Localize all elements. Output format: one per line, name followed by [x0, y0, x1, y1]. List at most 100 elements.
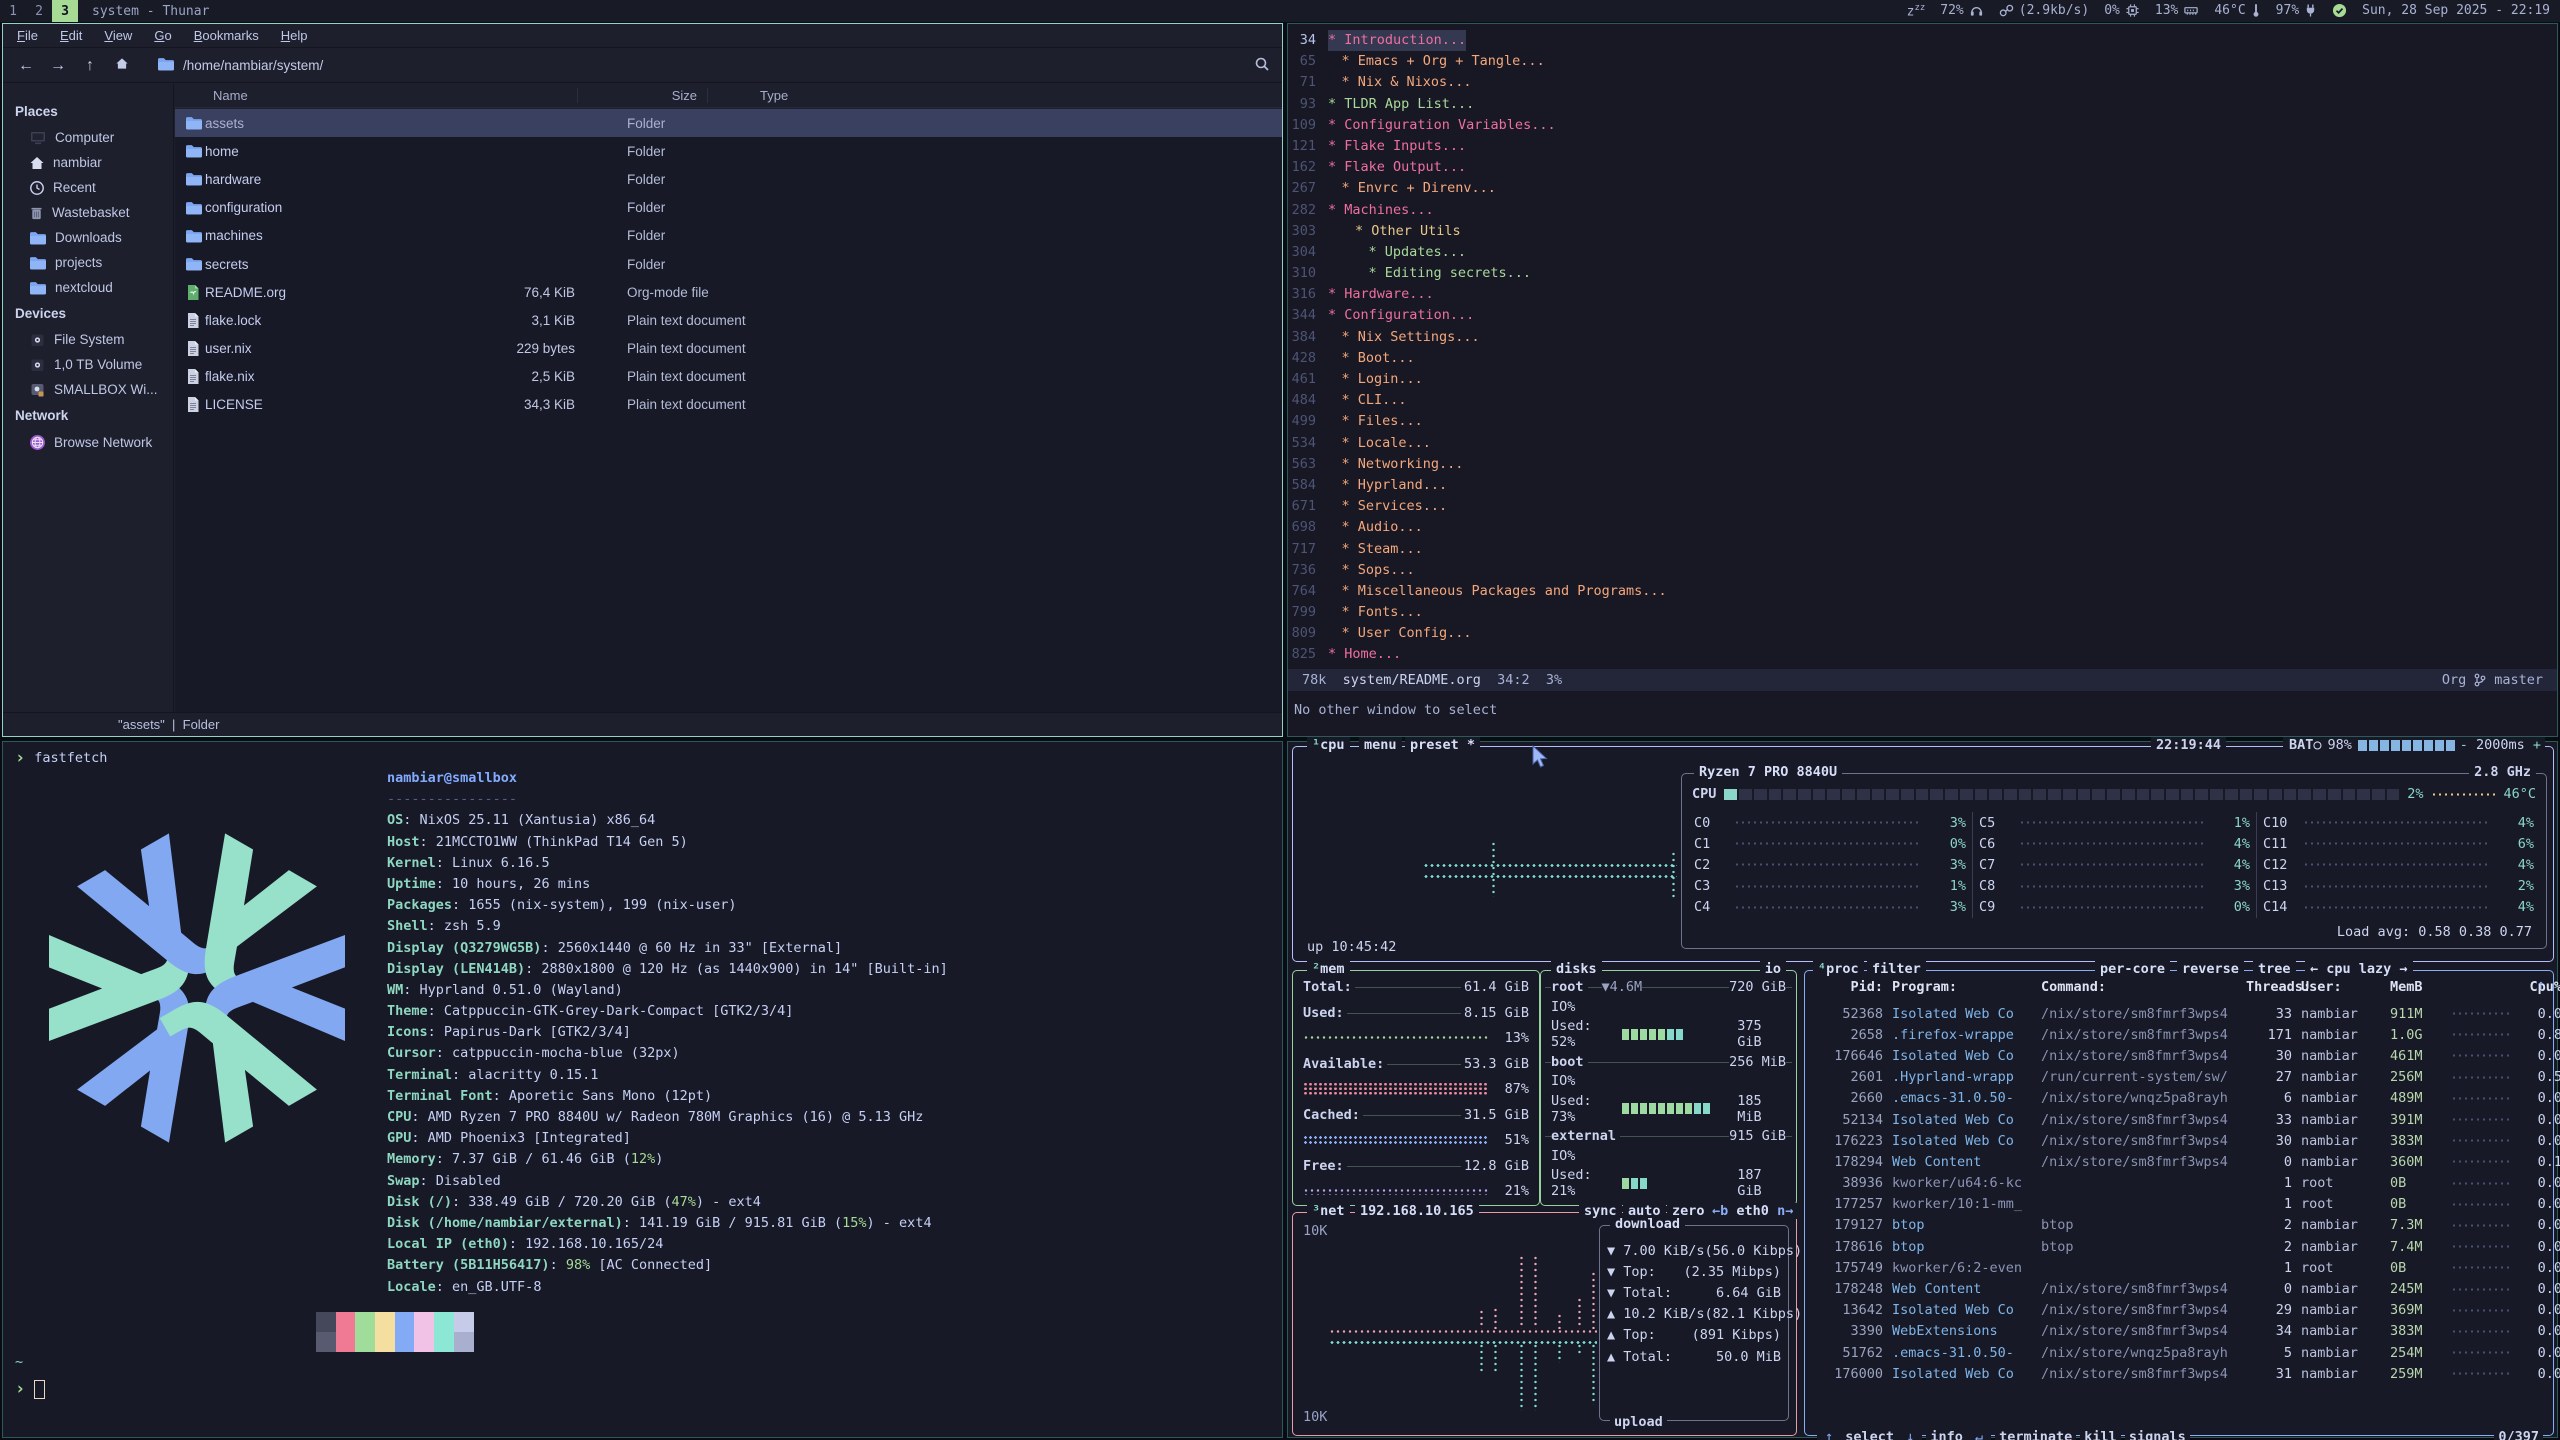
org-heading-line[interactable]: 65* Emacs + Org + Tangle... — [1288, 51, 2557, 72]
cpu-tab[interactable]: ¹cpu — [1307, 737, 1350, 753]
sidebar-item-downloads[interactable]: Downloads — [3, 225, 173, 250]
menu-file[interactable]: File — [17, 28, 38, 43]
prompt-line-2[interactable]: › — [15, 1380, 45, 1399]
org-heading-line[interactable]: 825* Home... — [1288, 644, 2557, 665]
proc-row-13642[interactable]: 13642Isolated Web Co/nix/store/sm8fmrf3w… — [1811, 1300, 2547, 1321]
org-heading-line[interactable]: 809* User Config... — [1288, 623, 2557, 644]
proc-tab[interactable]: ⁴proc — [1813, 961, 1864, 977]
sidebar-item-wastebasket[interactable]: Wastebasket — [3, 200, 173, 225]
tree-tab[interactable]: tree — [2253, 961, 2296, 977]
sort-mode-tab[interactable]: ← cpu lazy → — [2305, 961, 2413, 977]
io-tab[interactable]: io — [1760, 961, 1786, 977]
org-heading-line[interactable]: 34* Introduction... — [1288, 30, 2557, 51]
org-heading-line[interactable]: 799* Fonts... — [1288, 602, 2557, 623]
menu-view[interactable]: View — [104, 28, 132, 43]
column-size[interactable]: Size — [577, 88, 697, 103]
up-button[interactable]: ↑ — [79, 57, 101, 75]
org-heading-line[interactable]: 671* Services... — [1288, 496, 2557, 517]
org-heading-line[interactable]: 316* Hardware... — [1288, 284, 2557, 305]
disks-tab[interactable]: disks — [1551, 961, 1602, 977]
file-row-flake-nix[interactable]: flake.nix2,5 KiBPlain text document — [175, 363, 1282, 391]
forward-button[interactable]: → — [47, 57, 69, 75]
per-core-tab[interactable]: per-core — [2095, 961, 2170, 977]
file-row-hardware[interactable]: hardwareFolder — [175, 165, 1282, 193]
org-heading-line[interactable]: 717* Steam... — [1288, 539, 2557, 560]
workspace-2[interactable]: 2 — [26, 0, 52, 22]
org-heading-line[interactable]: 764* Miscellaneous Packages and Programs… — [1288, 581, 2557, 602]
sidebar-item-smallbox-wi-[interactable]: SMALLBOX Wi... — [3, 377, 173, 402]
home-button[interactable] — [111, 56, 133, 76]
org-heading-line[interactable]: 584* Hyprland... — [1288, 475, 2557, 496]
workspace-1[interactable]: 1 — [0, 0, 26, 22]
org-heading-line[interactable]: 303* Other Utils — [1288, 221, 2557, 242]
path-field[interactable]: /home/nambiar/system/ — [143, 56, 1244, 75]
back-button[interactable]: ← — [15, 57, 37, 75]
sidebar-item-1-0-tb-volume[interactable]: 1,0 TB Volume — [3, 352, 173, 377]
menu-edit[interactable]: Edit — [60, 28, 82, 43]
org-heading-line[interactable]: 428* Boot... — [1288, 348, 2557, 369]
sidebar-item-recent[interactable]: Recent — [3, 175, 173, 200]
proc-row-51762[interactable]: 51762.emacs-31.0.50-/nix/store/wnqz5pa8r… — [1811, 1342, 2547, 1363]
proc-row-2658[interactable]: 2658.firefox-wrappe/nix/store/sm8fmrf3wp… — [1811, 1024, 2547, 1045]
file-row-flake-lock[interactable]: flake.lock3,1 KiBPlain text document — [175, 306, 1282, 334]
org-heading-line[interactable]: 698* Audio... — [1288, 517, 2557, 538]
column-name[interactable]: Name — [175, 88, 577, 103]
column-type[interactable]: Type — [707, 88, 1282, 103]
proc-row-52368[interactable]: 52368Isolated Web Co/nix/store/sm8fmrf3w… — [1811, 1003, 2547, 1024]
filter-tab[interactable]: filter — [1867, 961, 1926, 977]
sort-arrow[interactable]: ↑ — [2537, 977, 2545, 993]
search-icon[interactable] — [1254, 56, 1270, 75]
workspace-3[interactable]: 3 — [52, 0, 78, 22]
org-heading-line[interactable]: 499* Files... — [1288, 411, 2557, 432]
terminal-window[interactable]: › fastfetch λλλλλλ nambiar@smallbox-----… — [2, 741, 1283, 1438]
org-heading-line[interactable]: 344* Configuration... — [1288, 305, 2557, 326]
sidebar-item-browse-network[interactable]: Browse Network — [3, 429, 173, 455]
mem-tab[interactable]: ²mem — [1307, 961, 1350, 977]
sidebar-item-computer[interactable]: Computer — [3, 125, 173, 150]
org-heading-line[interactable]: 461* Login... — [1288, 369, 2557, 390]
sidebar-item-nextcloud[interactable]: nextcloud — [3, 275, 173, 300]
net-iface-tab[interactable]: ←b eth0 n→ — [1707, 1203, 1798, 1219]
org-heading-line[interactable]: 282* Machines... — [1288, 200, 2557, 221]
proc-row-176000[interactable]: 176000Isolated Web Co/nix/store/sm8fmrf3… — [1811, 1363, 2547, 1384]
sidebar-item-file-system[interactable]: File System — [3, 327, 173, 352]
file-row-user-nix[interactable]: user.nix229 bytesPlain text document — [175, 335, 1282, 363]
proc-row-178294[interactable]: 178294Web Content/nix/store/sm8fmrf3wps4… — [1811, 1151, 2547, 1172]
org-heading-line[interactable]: 304* Updates... — [1288, 242, 2557, 263]
proc-row-176646[interactable]: 176646Isolated Web Co/nix/store/sm8fmrf3… — [1811, 1045, 2547, 1066]
org-heading-line[interactable]: 71* Nix & Nixos... — [1288, 72, 2557, 93]
proc-row-177257[interactable]: 177257kworker/10:1-mm_1root0B0.0 — [1811, 1194, 2547, 1215]
menu-help[interactable]: Help — [281, 28, 308, 43]
reverse-tab[interactable]: reverse — [2177, 961, 2244, 977]
update-interval[interactable]: - 2000ms + — [2456, 737, 2545, 753]
menu-tab[interactable]: menu — [1359, 737, 1402, 753]
proc-row-3390[interactable]: 3390WebExtensions/nix/store/sm8fmrf3wps4… — [1811, 1321, 2547, 1342]
org-heading-line[interactable]: 484* CLI... — [1288, 390, 2557, 411]
file-row-configuration[interactable]: configurationFolder — [175, 194, 1282, 222]
proc-row-2660[interactable]: 2660.emacs-31.0.50-/nix/store/wnqz5pa8ra… — [1811, 1088, 2547, 1109]
file-row-home[interactable]: homeFolder — [175, 137, 1282, 165]
sidebar-item-projects[interactable]: projects — [3, 250, 173, 275]
menu-bookmarks[interactable]: Bookmarks — [194, 28, 259, 43]
org-heading-line[interactable]: 267* Envrc + Direnv... — [1288, 178, 2557, 199]
proc-row-2601[interactable]: 2601.Hyprland-wrapp/run/current-system/s… — [1811, 1067, 2547, 1088]
org-heading-line[interactable]: 736* Sops... — [1288, 560, 2557, 581]
proc-row-38936[interactable]: 38936kworker/u64:6-kc1root0B0.0 — [1811, 1173, 2547, 1194]
net-tab[interactable]: ³net — [1307, 1203, 1350, 1219]
proc-row-179127[interactable]: 179127btopbtop2nambiar7.3M0.0 — [1811, 1215, 2547, 1236]
org-heading-line[interactable]: 563* Networking... — [1288, 454, 2557, 475]
org-heading-line[interactable]: 109* Configuration Variables... — [1288, 115, 2557, 136]
proc-row-176223[interactable]: 176223Isolated Web Co/nix/store/sm8fmrf3… — [1811, 1130, 2547, 1151]
file-row-readme-org[interactable]: README.org76,4 KiBOrg-mode file — [175, 278, 1282, 306]
org-heading-line[interactable]: 310* Editing secrets... — [1288, 263, 2557, 284]
sidebar-item-nambiar[interactable]: nambiar — [3, 150, 173, 175]
file-row-assets[interactable]: assetsFolder — [175, 109, 1282, 137]
file-row-machines[interactable]: machinesFolder — [175, 222, 1282, 250]
proc-row-52134[interactable]: 52134Isolated Web Co/nix/store/sm8fmrf3w… — [1811, 1109, 2547, 1130]
proc-row-178616[interactable]: 178616btopbtop2nambiar7.4M0.0 — [1811, 1236, 2547, 1257]
menu-go[interactable]: Go — [154, 28, 171, 43]
proc-row-175749[interactable]: 175749kworker/6:2-even1root0B0.0 — [1811, 1257, 2547, 1278]
org-heading-line[interactable]: 162* Flake Output... — [1288, 157, 2557, 178]
file-row-secrets[interactable]: secretsFolder — [175, 250, 1282, 278]
org-heading-line[interactable]: 121* Flake Inputs... — [1288, 136, 2557, 157]
